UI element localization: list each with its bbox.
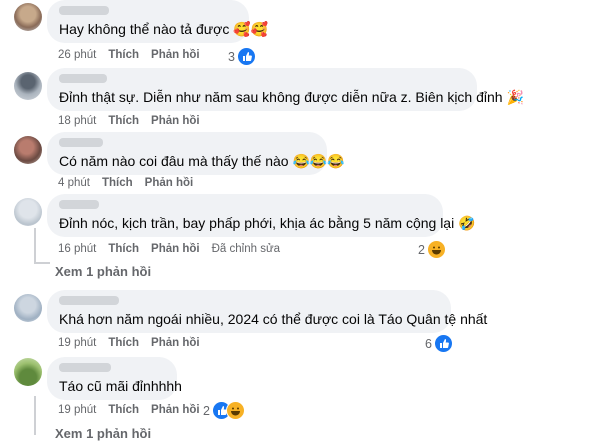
like-button[interactable]: Thích	[108, 337, 139, 349]
comment-bubble: Táo cũ mãi đỉnhhhh	[47, 357, 182, 400]
comment-author[interactable]	[59, 138, 103, 147]
reply-thread-line	[34, 228, 36, 264]
comment-author[interactable]	[59, 296, 119, 305]
like-button[interactable]: Thích	[108, 404, 139, 416]
like-button[interactable]: Thích	[108, 49, 139, 61]
reaction-summary[interactable]: 2	[203, 401, 245, 420]
comment-text: Táo cũ mãi đỉnhhhh	[59, 378, 182, 394]
comment-author[interactable]	[59, 363, 111, 372]
reply-button[interactable]: Phản hồi	[151, 337, 200, 349]
comment-time[interactable]: 4 phút	[58, 177, 90, 189]
comment-meta: 4 phút Thích Phản hồi	[58, 177, 193, 189]
comment-meta: 19 phút Thích Phản hồi	[58, 404, 200, 416]
view-replies-link[interactable]: Xem 1 phản hồi	[55, 426, 151, 441]
comment-meta: 19 phút Thích Phản hồi	[58, 337, 200, 349]
comment-author[interactable]	[59, 6, 109, 15]
comment-time[interactable]: 26 phút	[58, 49, 96, 61]
comment-time[interactable]: 19 phút	[58, 404, 96, 416]
comment-author[interactable]	[59, 200, 99, 209]
reply-button[interactable]: Phản hồi	[145, 177, 194, 189]
comment-meta: 16 phút Thích Phản hồi Đã chỉnh sửa	[58, 243, 280, 255]
comment-text: Hay không thể nào tả được 🥰🥰	[59, 21, 269, 37]
reply-button[interactable]: Phản hồi	[151, 243, 200, 255]
avatar[interactable]	[14, 72, 42, 100]
comment-meta: 26 phút Thích Phản hồi	[58, 49, 200, 61]
like-reaction-icon	[236, 47, 256, 66]
comment-bubble: Đỉnh thật sự. Diễn như năm sau không đượ…	[47, 68, 524, 111]
reply-button[interactable]: Phản hồi	[151, 49, 200, 61]
avatar[interactable]	[14, 136, 42, 164]
reaction-summary[interactable]: 3	[228, 47, 256, 66]
comment-bubble: Hay không thể nào tả được 🥰🥰	[47, 0, 268, 43]
comment-time[interactable]: 18 phút	[58, 115, 96, 127]
like-reaction-icon	[433, 334, 453, 353]
like-button[interactable]: Thích	[108, 115, 139, 127]
reaction-count: 2	[203, 403, 210, 418]
comment-time[interactable]: 16 phút	[58, 243, 96, 255]
avatar[interactable]	[14, 294, 42, 322]
comment-text: Đỉnh thật sự. Diễn như năm sau không đượ…	[59, 89, 524, 105]
reply-thread-line	[34, 396, 36, 435]
avatar[interactable]	[14, 3, 42, 31]
reaction-summary[interactable]: 2	[418, 240, 446, 259]
like-button[interactable]: Thích	[102, 177, 133, 189]
comment-text: Đỉnh nóc, kịch trần, bay phấp phới, khịa…	[59, 215, 476, 231]
haha-reaction-icon	[225, 401, 245, 420]
reaction-count: 3	[228, 49, 235, 64]
haha-reaction-icon	[426, 240, 446, 259]
reply-button[interactable]: Phản hồi	[151, 404, 200, 416]
comment-bubble: Đỉnh nóc, kịch trần, bay phấp phới, khịa…	[47, 194, 476, 237]
avatar[interactable]	[14, 358, 42, 386]
comment-meta: 18 phút Thích Phản hồi	[58, 115, 200, 127]
reaction-count: 6	[425, 336, 432, 351]
view-replies-link[interactable]: Xem 1 phản hồi	[55, 264, 151, 279]
avatar[interactable]	[14, 198, 42, 226]
like-button[interactable]: Thích	[108, 243, 139, 255]
comment-bubble: Khá hơn năm ngoái nhiều, 2024 có thể đượ…	[47, 290, 487, 333]
comment-text: Có năm nào coi đâu mà thấy thế nào 😂😂😂	[59, 153, 345, 169]
comment-time[interactable]: 19 phút	[58, 337, 96, 349]
comment-bubble: Có năm nào coi đâu mà thấy thế nào 😂😂😂	[47, 132, 345, 175]
reaction-count: 2	[418, 242, 425, 257]
reaction-summary[interactable]: 6	[425, 334, 453, 353]
reply-button[interactable]: Phản hồi	[151, 115, 200, 127]
edited-label: Đã chỉnh sửa	[211, 243, 281, 255]
reply-thread-connector	[34, 262, 50, 264]
comment-author[interactable]	[59, 74, 107, 83]
comment-text: Khá hơn năm ngoái nhiều, 2024 có thể đượ…	[59, 311, 488, 327]
